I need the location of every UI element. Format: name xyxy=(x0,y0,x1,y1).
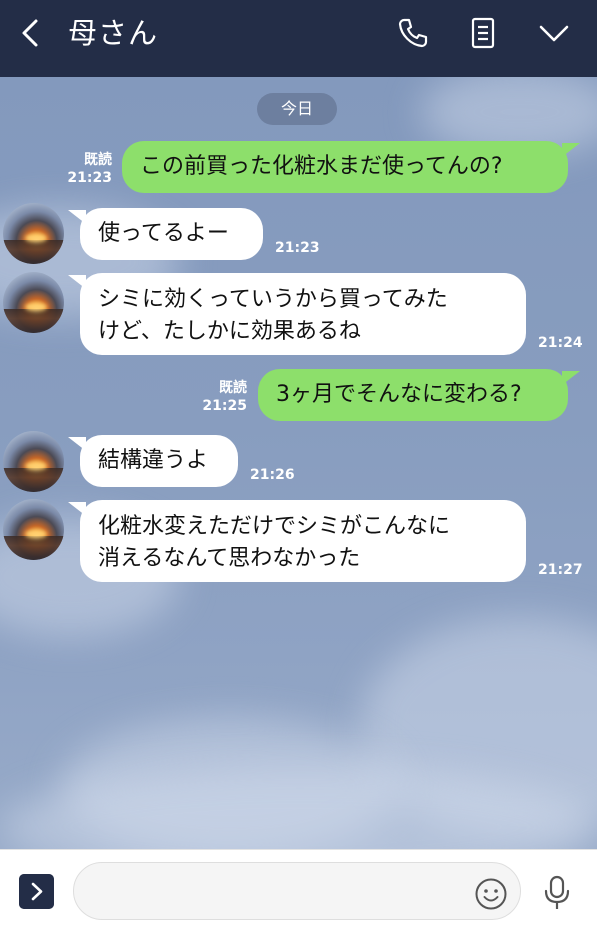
message-time: 21:26 xyxy=(250,467,295,483)
date-separator: 今日 xyxy=(257,93,337,125)
chevron-down-icon[interactable] xyxy=(537,16,571,50)
message-bubble-incoming[interactable]: シミに効くっていうから買ってみた けど、たしかに効果あるね xyxy=(68,273,526,355)
message-meta: 既読 21:23 xyxy=(60,151,112,187)
message-time: 21:24 xyxy=(538,335,583,351)
read-receipt: 既読 xyxy=(219,380,247,396)
bubble-tail xyxy=(68,210,86,224)
message-bubble-incoming[interactable]: 使ってるよー xyxy=(68,208,263,260)
chat-header: 母さん xyxy=(0,0,597,77)
message-text-line: シミに効くっていうから買ってみた xyxy=(98,287,448,312)
avatar[interactable] xyxy=(3,431,64,492)
bubble-tail xyxy=(68,437,86,451)
message-time: 21:23 xyxy=(67,170,112,186)
message-bubble-outgoing[interactable]: この前買った化粧水まだ使ってんの? xyxy=(122,141,580,193)
message-text: 3ヶ月でそんなに変わる? xyxy=(276,382,522,407)
bubble-tail xyxy=(68,275,86,289)
message-bubble-incoming[interactable]: 化粧水変えただけでシミがこんなに 消えるなんて思わなかった xyxy=(68,500,526,582)
message-time: 21:27 xyxy=(538,562,583,578)
avatar[interactable] xyxy=(3,203,64,264)
bubble-tail xyxy=(562,371,580,385)
message-bubble-outgoing[interactable]: 3ヶ月でそんなに変わる? xyxy=(258,369,580,421)
message-text: 使ってるよー xyxy=(98,221,229,246)
phone-icon[interactable] xyxy=(396,16,430,50)
message-input[interactable] xyxy=(73,862,521,920)
microphone-icon[interactable] xyxy=(540,875,574,911)
avatar[interactable] xyxy=(3,499,64,560)
emoji-icon[interactable] xyxy=(474,877,508,911)
message-text-line: けど、たしかに効果あるね xyxy=(98,319,361,344)
message-text: 結構違うよ xyxy=(98,448,209,473)
bubble-tail xyxy=(68,502,86,516)
avatar[interactable] xyxy=(3,272,64,333)
back-icon[interactable] xyxy=(14,16,48,50)
message-text: この前買った化粧水まだ使ってんの? xyxy=(140,154,503,179)
chat-title: 母さん xyxy=(68,16,159,50)
bubble-tail xyxy=(562,143,580,157)
read-receipt: 既読 xyxy=(84,152,112,168)
notes-icon[interactable] xyxy=(466,16,500,50)
input-bar xyxy=(0,849,597,925)
message-time: 21:23 xyxy=(275,240,320,256)
message-meta: 既読 21:25 xyxy=(195,379,247,415)
message-bubble-incoming[interactable]: 結構違うよ xyxy=(68,435,238,487)
message-text-line: 消えるなんて思わなかった xyxy=(98,546,361,571)
chat-area[interactable]: 今日 既読 21:23 この前買った化粧水まだ使ってんの? 使ってるよー 21:… xyxy=(0,77,597,849)
message-text-line: 化粧水変えただけでシミがこんなに xyxy=(98,514,451,539)
expand-menu-button[interactable] xyxy=(19,874,54,909)
message-time: 21:25 xyxy=(202,398,247,414)
